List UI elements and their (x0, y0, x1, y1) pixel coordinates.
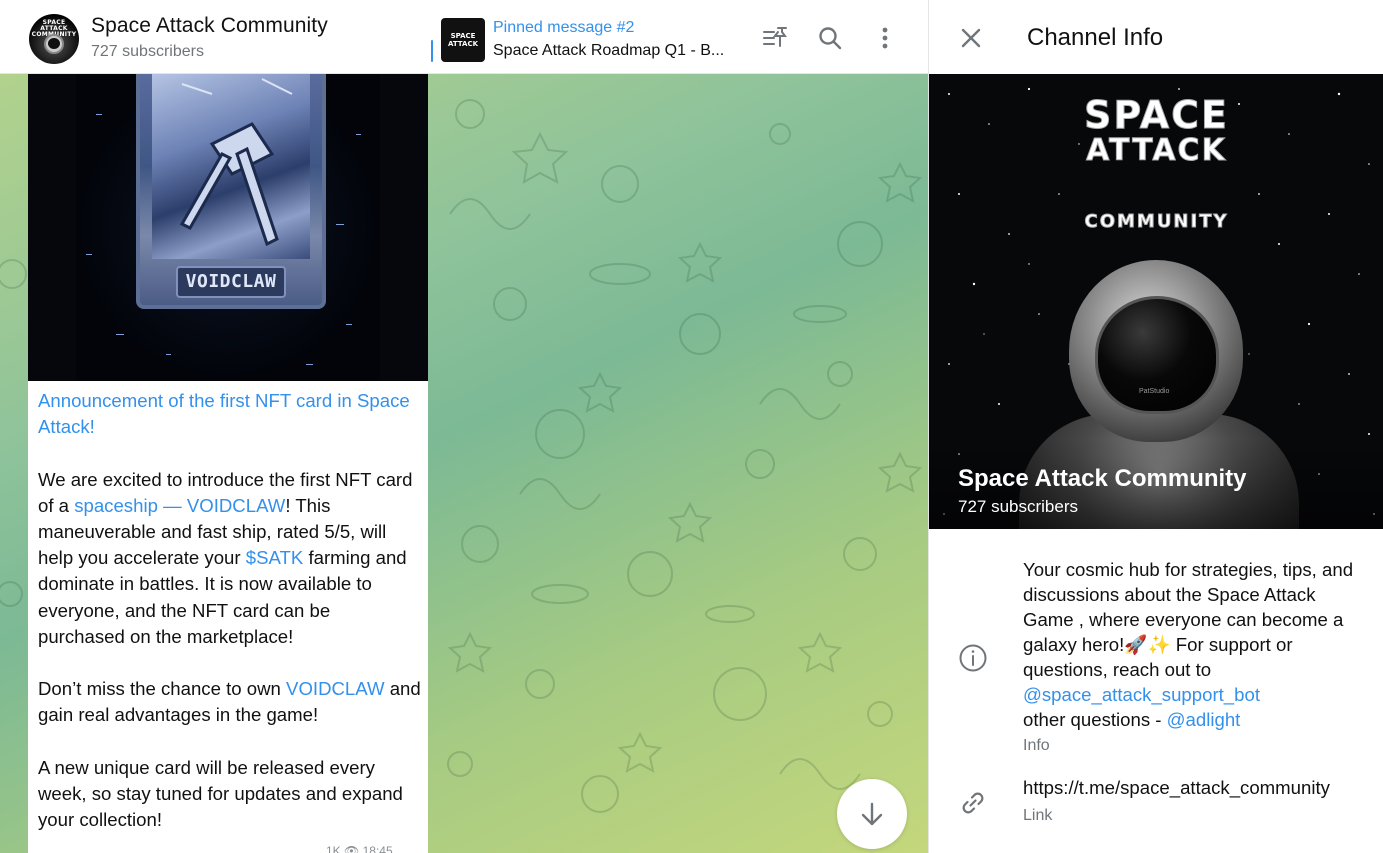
astronaut-brand-text: PatStudio (1139, 388, 1170, 395)
cover-logo-space: SPACE (1084, 93, 1229, 137)
post-link-spaceship[interactable]: spaceship — VOIDCLAW (74, 495, 285, 516)
adlight-mention[interactable]: @adlight (1167, 709, 1241, 730)
post-paragraph-2-part-a: Don’t miss the chance to own (38, 678, 287, 700)
link-caption: Link (1023, 807, 1053, 824)
channel-info-header: Channel Info (929, 0, 1383, 74)
channel-title[interactable]: Space Attack Community (91, 14, 328, 38)
post-link-voidclaw[interactable]: VOIDCLAW (286, 678, 385, 699)
pinned-message-bar[interactable]: SPACE ATTACK Pinned message #2 Space Att… (431, 16, 724, 62)
channel-description: Your cosmic hub for strategies, tips, an… (1023, 557, 1363, 732)
more-vertical-icon[interactable] (871, 24, 899, 52)
post-paragraph-3: A new unique card will be released every… (38, 756, 403, 831)
post-link-satk[interactable]: $SATK (246, 547, 304, 568)
pinned-message-thumbnail: SPACE ATTACK (441, 18, 485, 62)
nft-card-name: VOIDCLAW (176, 266, 286, 298)
avatar-astronaut-visor (48, 38, 60, 49)
astronaut-visor (1095, 296, 1219, 414)
pinned-message-label: Pinned message #2 (493, 19, 635, 36)
channel-link[interactable]: https://t.me/space_attack_community (1023, 777, 1363, 799)
channel-info-title: Channel Info (1027, 24, 1164, 51)
info-caption: Info (1023, 737, 1050, 754)
close-button[interactable] (957, 24, 985, 52)
chat-area: SPACE ATTACK COMMUNITY Space Attack Comm… (0, 0, 928, 853)
post-text: Announcement of the first NFT card in Sp… (38, 388, 422, 853)
post-time: 18:45 (362, 844, 393, 853)
cover-logo-community: COMMUNITY (1084, 211, 1229, 232)
close-icon (961, 28, 981, 48)
pinned-message-text: Space Attack Roadmap Q1 - B... (493, 42, 725, 59)
post-meta: 1K 👁 18:45 (326, 844, 393, 853)
pinned-list-icon[interactable] (761, 24, 789, 52)
cover-logo-attack: ATTACK (1086, 133, 1227, 168)
search-icon[interactable] (816, 24, 844, 52)
link-icon (958, 788, 988, 818)
cover-channel-name: Space Attack Community (958, 465, 1247, 492)
eye-icon: 👁 (344, 844, 360, 853)
post-image[interactable]: VOIDCLAW (28, 74, 428, 381)
channel-info-panel: Channel Info SPACE ATTACK COMMUNITY PatS… (928, 0, 1383, 853)
channel-avatar[interactable]: SPACE ATTACK COMMUNITY (29, 14, 79, 64)
spaceship-illustration (179, 78, 293, 247)
scroll-down-button[interactable] (837, 779, 907, 849)
cover-subscriber-count: 727 subscribers (958, 497, 1079, 516)
channel-subscriber-count: 727 subscribers (91, 43, 204, 60)
channel-description-text: Your cosmic hub for strategies, tips, an… (1023, 559, 1354, 680)
channel-description-other: other questions - (1023, 709, 1167, 730)
channel-cover-image[interactable]: SPACE ATTACK COMMUNITY PatStudio Space A… (929, 74, 1383, 529)
support-bot-mention[interactable]: @space_attack_support_bot (1023, 684, 1260, 705)
arrow-down-icon (861, 802, 883, 826)
chat-header[interactable]: SPACE ATTACK COMMUNITY Space Attack Comm… (0, 0, 928, 74)
post-headline-link[interactable]: Announcement of the first NFT card in Sp… (38, 390, 410, 437)
info-icon (958, 643, 988, 673)
pinned-indicator-bar (431, 40, 433, 62)
channel-post[interactable]: VOIDCLAW Announcement of the first NFT c… (28, 74, 428, 853)
post-view-count: 1K (326, 844, 341, 853)
